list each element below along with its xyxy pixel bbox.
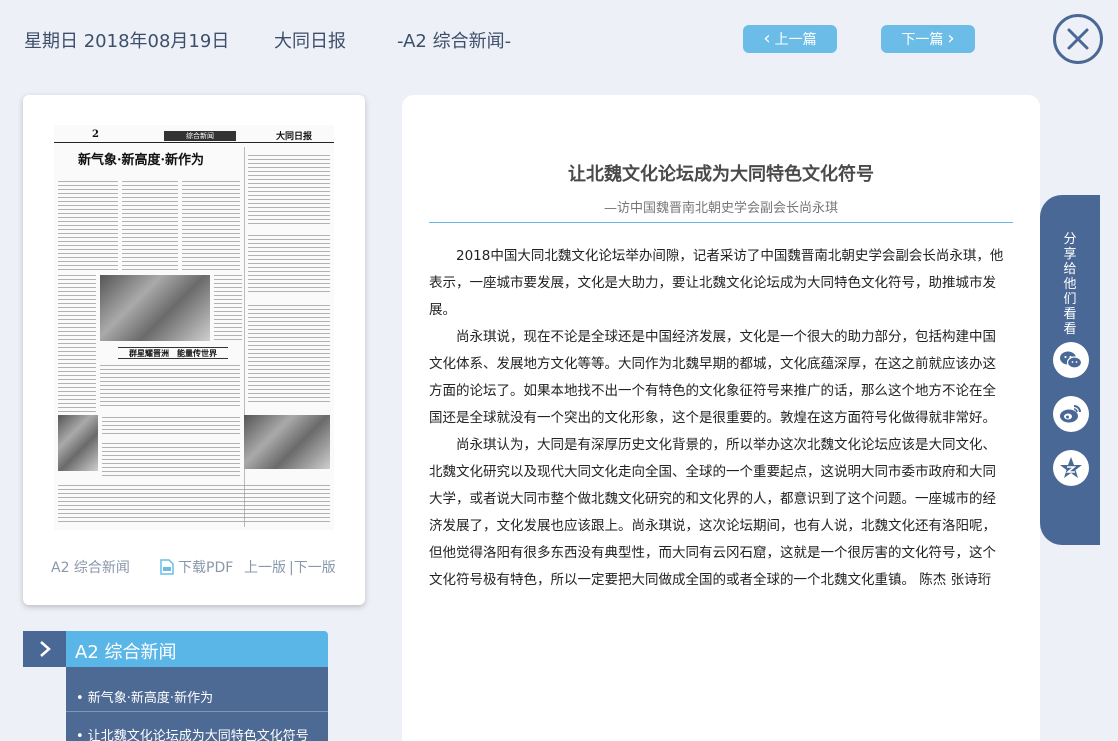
article-body: 2018中国大同北魏文化论坛举办间隙，记者采访了中国魏晋南北朝史学会副会长尚永琪…	[429, 243, 1005, 594]
thumb-text-block	[58, 275, 96, 435]
newspaper-page-thumbnail[interactable]: 2 综合新闻 大同日报 新气象·新高度·新作为 群星耀晋洲 能量传世界	[54, 125, 334, 530]
title-divider	[429, 222, 1013, 223]
issue-date: 星期日 2018年08月19日	[24, 31, 230, 52]
pdf-icon	[160, 559, 174, 575]
next-page-link[interactable]: |下一版	[289, 557, 336, 577]
thumb-text-block	[100, 365, 240, 409]
share-weibo-button[interactable]	[1053, 396, 1089, 432]
list-divider	[66, 711, 328, 712]
thumb-text-block	[248, 235, 330, 295]
thumb-text-block	[248, 155, 330, 225]
article-paragraph: 2018中国大同北魏文化论坛举办间隙，记者采访了中国魏晋南北朝史学会副会长尚永琪…	[429, 248, 1004, 318]
download-pdf-label: 下载PDF	[178, 560, 234, 576]
wechat-icon	[1060, 351, 1083, 369]
thumb-section-tag: 综合新闻	[164, 131, 236, 141]
thumb-text-block	[58, 181, 118, 271]
thumb-photo	[100, 275, 210, 341]
chevron-left-icon: ‹	[763, 28, 771, 49]
close-icon	[1067, 28, 1089, 50]
prev-article-button[interactable]: ‹ 上一篇	[743, 25, 837, 53]
prev-page-link[interactable]: 上一版	[244, 557, 286, 577]
thumb-band-title: 群星耀晋洲 能量传世界	[118, 347, 228, 359]
prev-article-label: 上一篇	[774, 32, 817, 48]
thumb-text-block	[182, 181, 240, 271]
thumb-logo: 大同日报	[276, 132, 313, 142]
share-label: 分享给他们看看	[1063, 232, 1077, 337]
chevron-right-icon: ›	[947, 28, 955, 49]
newspaper-page-card: 2 综合新闻 大同日报 新气象·新高度·新作为 群星耀晋洲 能量传世界 A2 综…	[23, 95, 365, 605]
thumb-column-divider	[244, 147, 245, 527]
article-panel: 让北魏文化论坛成为大同特色文化符号 —访中国魏晋南北朝史学会副会长尚永琪 201…	[402, 95, 1040, 741]
thumb-text-block	[102, 417, 240, 437]
weibo-icon	[1060, 405, 1081, 423]
top-bar: 星期日 2018年08月19日 大同日报 -A2 综合新闻- ‹ 上一篇 下一篇…	[0, 0, 1118, 80]
article-paragraph: 尚永琪说，现在不论是全球还是中国经济发展，文化是一个很大的助力部分，包括构建中国…	[429, 329, 996, 426]
section-title: -A2 综合新闻-	[397, 31, 512, 52]
article-list-item[interactable]: • 新气象·新高度·新作为	[66, 687, 328, 706]
page-card-footer: A2 综合新闻 下载PDF 上一版 |下一版	[23, 557, 365, 577]
section-menu-title: A2 综合新闻	[75, 642, 177, 663]
thumb-rule	[54, 142, 334, 143]
thumb-photo	[244, 415, 330, 469]
thumb-text-block	[102, 443, 240, 477]
article-list-item[interactable]: • 让北魏文化论坛成为大同特色文化符号	[66, 725, 328, 741]
close-button[interactable]	[1053, 14, 1103, 64]
download-pdf-link[interactable]: 下载PDF	[160, 557, 233, 577]
chevron-right-icon	[39, 641, 51, 657]
thumb-page-number: 2	[92, 129, 99, 140]
page-section-label: A2 综合新闻	[51, 560, 130, 576]
article-title: 让北魏文化论坛成为大同特色文化符号	[568, 164, 874, 185]
thumb-header: 2 综合新闻 大同日报	[54, 129, 334, 142]
thumb-text-block	[58, 485, 330, 525]
thumb-photo	[58, 415, 98, 471]
qzone-icon	[1060, 457, 1082, 478]
paper-name: 大同日报	[274, 31, 346, 52]
share-qzone-button[interactable]	[1053, 450, 1089, 486]
section-article-list: • 新气象·新高度·新作为 • 让北魏文化论坛成为大同特色文化符号	[66, 667, 328, 741]
thumb-headline: 新气象·新高度·新作为	[78, 153, 205, 168]
thumb-text-block	[248, 305, 330, 405]
menu-arrow-button[interactable]	[23, 631, 66, 667]
article-subtitle: —访中国魏晋南北朝史学会副会长尚永琪	[603, 201, 838, 216]
article-paragraph: 尚永琪认为，大同是有深厚历史文化背景的，所以举办这次北魏文化论坛应该是大同文化、…	[429, 437, 996, 588]
next-article-label: 下一篇	[901, 32, 944, 48]
share-wechat-button[interactable]	[1053, 342, 1089, 378]
share-sidebar: 分享给他们看看	[1040, 195, 1100, 545]
section-menu-header[interactable]: A2 综合新闻	[23, 631, 328, 667]
thumb-text-block	[122, 181, 178, 271]
next-article-button[interactable]: 下一篇 ›	[881, 25, 975, 53]
thumb-text-block	[214, 275, 242, 341]
